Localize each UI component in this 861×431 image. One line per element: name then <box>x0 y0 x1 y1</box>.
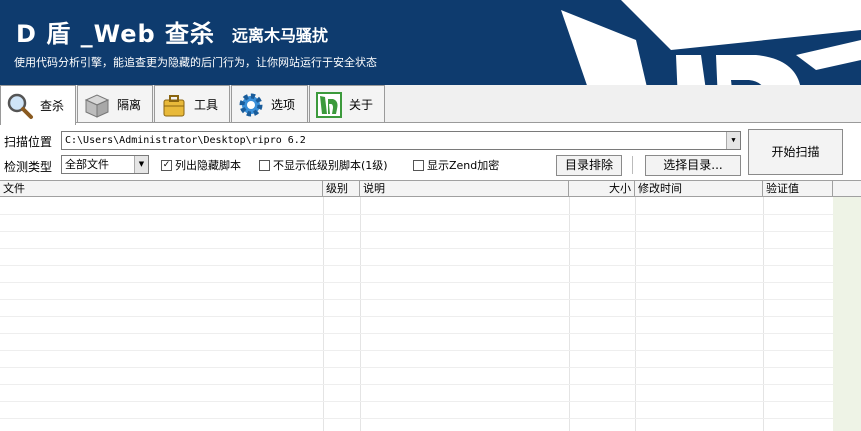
tab-quarantine-label: 隔离 <box>117 98 142 112</box>
box-icon <box>82 90 112 120</box>
checkbox-unchecked-icon[interactable] <box>259 159 270 171</box>
grid-header: 文件 级别 说明 大小 修改时间 验证值 <box>0 180 861 197</box>
scan-type-select[interactable]: 全部文件 ▼ <box>61 155 149 174</box>
checkbox-hide-lowlevel-label: 不显示低级别脚本(1级) <box>273 159 388 172</box>
header-banner: D 盾 _Web 查杀 远离木马骚扰 使用代码分析引擎，能追查更为隐藏的后门行为… <box>0 0 861 85</box>
grid-column-line <box>360 197 361 431</box>
app-description: 使用代码分析引擎，能追查更为隐藏的后门行为，让你网站运行于安全状态 <box>14 56 377 69</box>
column-header-size[interactable]: 大小 <box>569 181 635 196</box>
grid-row-line <box>0 265 833 266</box>
start-scan-button[interactable]: 开始扫描 <box>748 129 843 175</box>
checkbox-list-hidden[interactable]: ✓ 列出隐藏脚本 <box>161 157 241 173</box>
tab-options-label: 选项 <box>271 98 296 112</box>
checkbox-unchecked-icon[interactable] <box>413 159 424 171</box>
grid-column-line <box>569 197 570 431</box>
toolbox-icon <box>159 90 189 120</box>
magnifier-icon <box>5 91 35 121</box>
scan-type-value: 全部文件 <box>65 158 109 171</box>
grid-row-line <box>0 367 833 368</box>
d-shield-logo-icon <box>561 0 861 85</box>
tab-scan-label: 查杀 <box>40 99 65 113</box>
checkbox-show-zend-label: 显示Zend加密 <box>427 159 500 172</box>
gear-icon <box>236 90 266 120</box>
grid-row-line <box>0 248 833 249</box>
choose-dir-button[interactable]: 选择目录... <box>645 155 741 176</box>
checkbox-show-zend[interactable]: 显示Zend加密 <box>413 157 499 173</box>
tab-scan[interactable]: 查杀 <box>0 85 76 125</box>
grid-row-line <box>0 333 833 334</box>
column-header-level[interactable]: 级别 <box>323 181 360 196</box>
toolbar-divider <box>632 156 633 174</box>
grid-column-line <box>323 197 324 431</box>
grid-row-line <box>0 299 833 300</box>
grid-column-line <box>635 197 636 431</box>
column-header-hash[interactable]: 验证值 <box>763 181 833 196</box>
scan-location-label: 扫描位置 <box>4 135 53 149</box>
grid-row-line <box>0 350 833 351</box>
chevron-down-icon[interactable]: ▼ <box>134 156 148 173</box>
grid-row-line <box>0 418 833 419</box>
grid-row-line <box>0 316 833 317</box>
grid-column-line <box>763 197 764 431</box>
tab-about[interactable]: 关于 <box>309 85 385 123</box>
checkbox-checked-icon[interactable]: ✓ <box>161 159 172 171</box>
app-title: D 盾 _Web 查杀 <box>16 20 216 48</box>
tab-quarantine[interactable]: 隔离 <box>77 85 153 123</box>
chevron-down-icon[interactable]: ▼ <box>726 132 740 149</box>
results-grid[interactable]: 文件 级别 说明 大小 修改时间 验证值 <box>0 180 861 431</box>
background-strip <box>833 197 861 431</box>
scan-type-label: 检测类型 <box>4 160 53 174</box>
exclude-dir-button[interactable]: 目录排除 <box>556 155 622 176</box>
column-header-desc[interactable]: 说明 <box>360 181 569 196</box>
tab-about-label: 关于 <box>349 98 374 112</box>
d-logo-icon <box>314 90 344 120</box>
column-header-file[interactable]: 文件 <box>0 181 323 196</box>
scan-panel: 扫描位置 C:\Users\Administrator\Desktop\ripr… <box>0 122 861 431</box>
grid-row-line <box>0 214 833 215</box>
scan-path-value: C:\Users\Administrator\Desktop\ripro 6.2 <box>65 135 306 146</box>
tab-options[interactable]: 选项 <box>231 85 308 123</box>
checkbox-list-hidden-label: 列出隐藏脚本 <box>175 159 241 172</box>
tab-tools[interactable]: 工具 <box>154 85 230 123</box>
tab-tools-label: 工具 <box>194 98 219 112</box>
column-header-modified[interactable]: 修改时间 <box>635 181 763 196</box>
scan-path-combo[interactable]: C:\Users\Administrator\Desktop\ripro 6.2… <box>61 131 741 150</box>
grid-row-line <box>0 282 833 283</box>
grid-row-line <box>0 384 833 385</box>
grid-row-line <box>0 231 833 232</box>
checkbox-hide-lowlevel[interactable]: 不显示低级别脚本(1级) <box>259 157 388 173</box>
app-subtitle: 远离木马骚扰 <box>232 26 329 45</box>
tab-bar: 查杀 隔离 工具 选项 关于 <box>0 85 861 125</box>
grid-row-line <box>0 401 833 402</box>
